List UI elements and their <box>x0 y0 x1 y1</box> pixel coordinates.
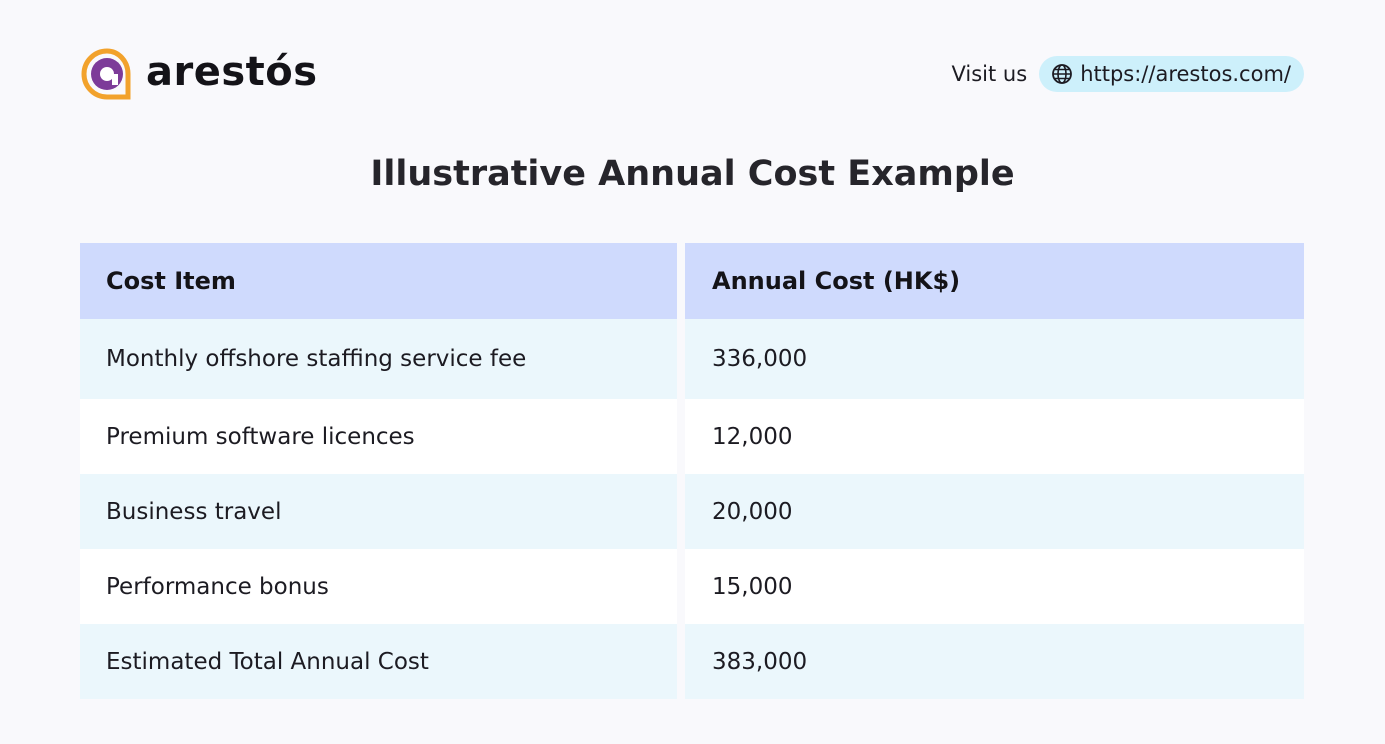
brand-name: arestós <box>146 49 318 95</box>
table-cell-item: Monthly offshore staffing service fee <box>80 319 677 399</box>
page-header: arestós Visit us https://arestos.com/ <box>80 46 1304 102</box>
visit-label: Visit us <box>951 62 1028 86</box>
table-cell-item: Business travel <box>80 474 677 549</box>
table-cell-cost: 336,000 <box>685 319 1304 399</box>
brand-logo[interactable]: arestós <box>80 46 318 102</box>
table-cell-item: Performance bonus <box>80 549 677 624</box>
column-header-cost-item: Cost Item <box>80 243 677 319</box>
page-title: Illustrative Annual Cost Example <box>370 154 1015 194</box>
visit-us: Visit us https://arestos.com/ <box>951 56 1304 92</box>
globe-icon <box>1052 64 1073 84</box>
table-cell-cost: 15,000 <box>685 549 1304 624</box>
website-link[interactable]: https://arestos.com/ <box>1039 56 1304 92</box>
logo-mark-icon <box>81 48 131 100</box>
cost-table: Cost Item Annual Cost (HK$) Monthly offs… <box>80 243 1304 699</box>
column-header-annual-cost: Annual Cost (HK$) <box>685 243 1304 319</box>
table-cell-total-label: Estimated Total Annual Cost <box>80 624 677 699</box>
table-cell-total-cost: 383,000 <box>685 624 1304 699</box>
table-cell-item: Premium software licences <box>80 399 677 474</box>
table-cell-cost: 12,000 <box>685 399 1304 474</box>
website-url: https://arestos.com/ <box>1080 62 1291 86</box>
table-cell-cost: 20,000 <box>685 474 1304 549</box>
